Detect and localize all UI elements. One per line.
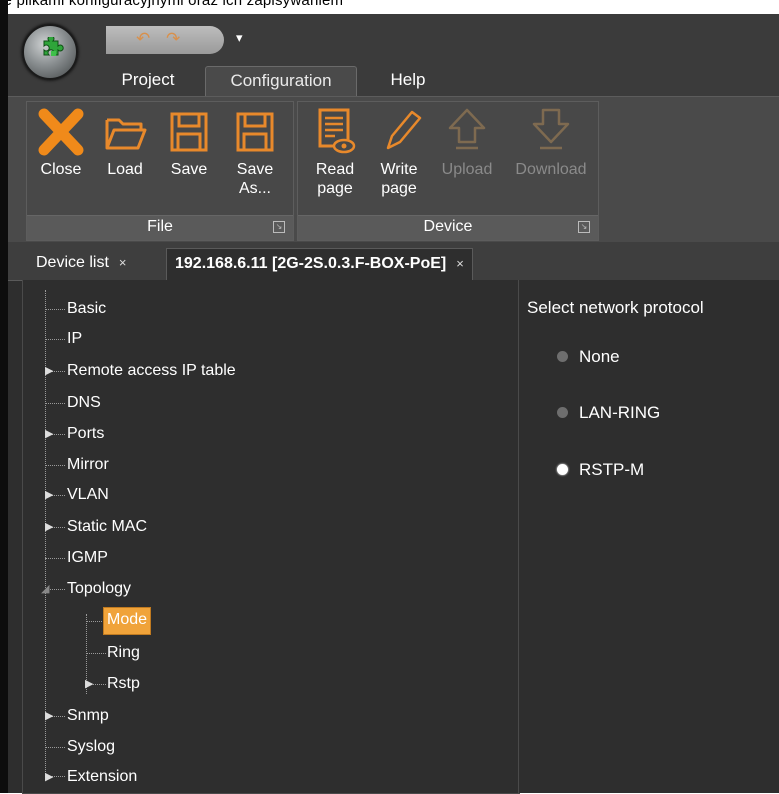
radio-button-selected-icon[interactable]	[557, 464, 568, 475]
expand-arrow-icon[interactable]: ▶	[45, 514, 53, 540]
radio-option-lan-ring[interactable]: LAN-RING	[519, 401, 719, 425]
folder-icon	[105, 118, 147, 150]
close-icon	[38, 108, 84, 156]
tree-item-static-mac[interactable]: ▶ Static MAC	[45, 514, 147, 540]
caption-text: ie plikami konfiguracyjnymi oraz ich zap…	[0, 0, 344, 9]
file-group: Close Load Save Save As... File ↘	[26, 101, 294, 241]
tab-device-list[interactable]: Device list ×	[28, 248, 135, 279]
document-tab-bar: Device list × 192.168.6.11 [2G-2S.0.3.F-B…	[8, 242, 779, 281]
window-edge	[0, 0, 8, 793]
undo-icon[interactable]: ↶	[136, 29, 150, 49]
save-icon	[170, 112, 208, 152]
quick-access-toolbar: ↶ ↷	[106, 26, 224, 54]
collapse-arrow-icon[interactable]: ◢	[41, 576, 49, 602]
tree-item-snmp[interactable]: ▶ Snmp	[45, 703, 109, 729]
puzzle-logo-icon	[43, 37, 64, 56]
read-page-button[interactable]: Read page	[306, 104, 364, 212]
protocol-section-title: Select network protocol	[527, 298, 704, 317]
radio-button-icon[interactable]	[557, 407, 568, 418]
expand-arrow-icon[interactable]: ▶	[85, 671, 93, 697]
save-button[interactable]: Save	[161, 104, 217, 212]
tree-item-rstp[interactable]: ▶ Rstp	[85, 671, 140, 697]
title-bar: ↶ ↷ ▾	[8, 14, 779, 64]
ribbon: Close Load Save Save As... File ↘ Read p…	[8, 96, 779, 243]
upload-icon	[448, 108, 486, 150]
tree-item-vlan[interactable]: ▶ VLAN	[45, 482, 109, 508]
write-page-icon	[386, 110, 422, 150]
expand-arrow-icon[interactable]: ▶	[45, 421, 53, 447]
tab-configuration[interactable]: Configuration	[205, 66, 357, 97]
download-button[interactable]: Download	[508, 104, 594, 212]
tree-item-extension[interactable]: ▶ Extension	[45, 764, 137, 790]
tree-item-topology[interactable]: ◢ Topology	[41, 576, 131, 602]
expand-arrow-icon[interactable]: ▶	[45, 482, 53, 508]
tree-item-dns[interactable]: DNS	[67, 390, 101, 416]
device-group-footer: Device ↘	[298, 215, 598, 240]
read-page-icon	[318, 108, 356, 154]
download-icon	[532, 108, 570, 150]
device-group-launcher-icon[interactable]: ↘	[578, 221, 590, 233]
expand-arrow-icon[interactable]: ▶	[45, 764, 53, 790]
tab-device-config[interactable]: 192.168.6.11 [2G-2S.0.3.F-BOX-PoE] ×	[166, 248, 473, 280]
upload-button[interactable]: Upload	[430, 104, 504, 212]
ribbon-tab-bar: Project Configuration Help	[8, 64, 779, 97]
device-group-label: Device	[423, 218, 473, 235]
application-menu-button[interactable]	[22, 24, 78, 80]
tab-help[interactable]: Help	[378, 66, 438, 96]
close-button[interactable]: Close	[33, 104, 89, 212]
file-group-launcher-icon[interactable]: ↘	[273, 221, 285, 233]
tree-item-basic[interactable]: Basic	[67, 296, 106, 322]
tree-item-mode[interactable]: Mode	[103, 607, 152, 635]
protocol-panel: Select network protocol None LAN-RING RS…	[518, 280, 779, 793]
file-group-footer: File ↘	[27, 215, 293, 240]
tree-item-ip[interactable]: IP	[67, 326, 82, 352]
qat-dropdown-icon[interactable]: ▾	[236, 30, 243, 46]
tree-item-mirror[interactable]: Mirror	[67, 452, 109, 478]
radio-option-rstp-m[interactable]: RSTP-M	[519, 458, 719, 482]
redo-icon[interactable]: ↷	[166, 29, 180, 49]
close-tab-icon[interactable]: ×	[119, 255, 127, 270]
device-group: Read page Write page Upload Download Dev…	[297, 101, 599, 241]
app-window: ↶ ↷ ▾ Project Configuration Help Close L…	[8, 14, 779, 794]
tree-item-ring[interactable]: Ring	[107, 640, 140, 666]
load-button[interactable]: Load	[95, 104, 155, 212]
save-as-button[interactable]: Save As...	[227, 104, 283, 212]
radio-button-icon[interactable]	[557, 351, 568, 362]
write-page-button[interactable]: Write page	[374, 104, 424, 212]
settings-tree: Basic IP ▶ Remote access IP table DNS ▶ Po…	[22, 280, 520, 794]
expand-arrow-icon[interactable]: ▶	[45, 703, 53, 729]
radio-option-none[interactable]: None	[519, 345, 719, 369]
file-group-label: File	[147, 218, 173, 235]
tree-item-syslog[interactable]: Syslog	[67, 734, 115, 760]
close-tab-icon[interactable]: ×	[456, 256, 464, 271]
tab-project[interactable]: Project	[108, 66, 188, 96]
save-as-icon	[236, 112, 274, 152]
tree-item-remote-access-ip-table[interactable]: ▶ Remote access IP table	[45, 358, 236, 384]
tree-item-igmp[interactable]: IGMP	[67, 545, 108, 571]
expand-arrow-icon[interactable]: ▶	[45, 358, 53, 384]
tree-item-ports[interactable]: ▶ Ports	[45, 421, 104, 447]
